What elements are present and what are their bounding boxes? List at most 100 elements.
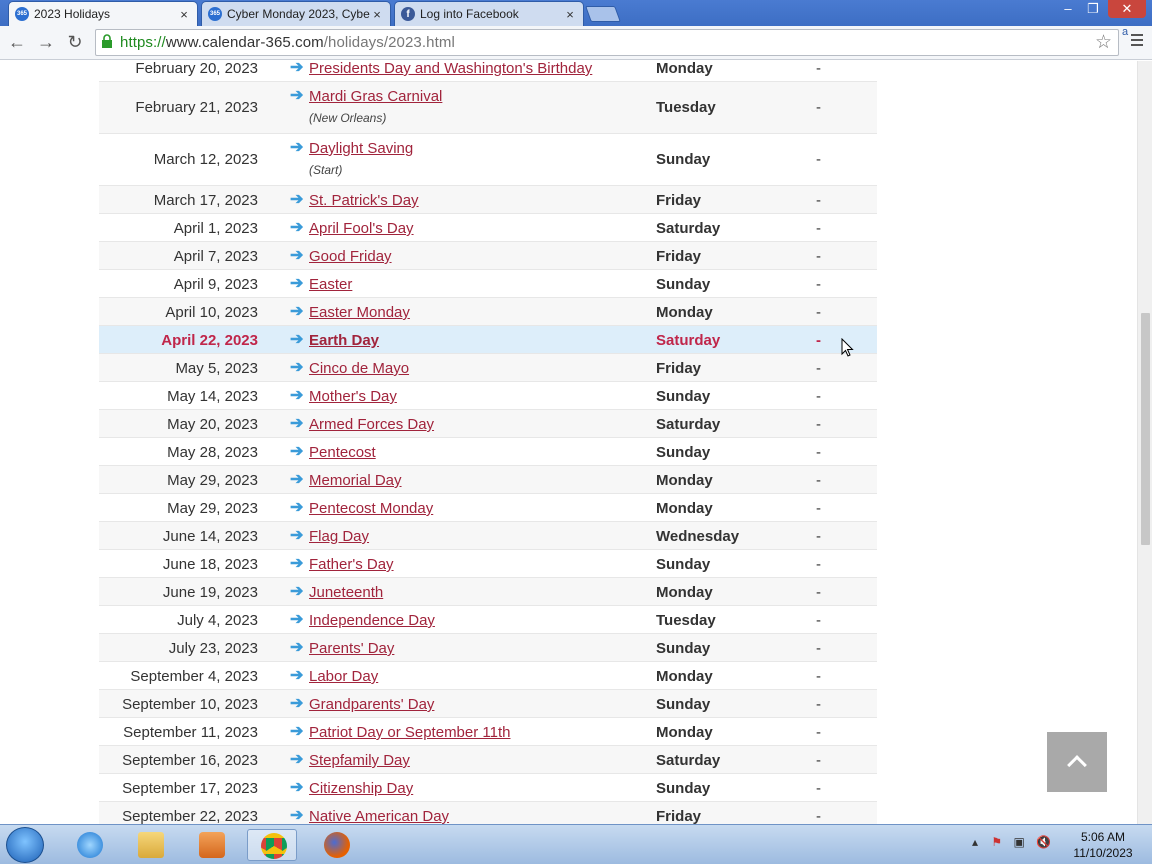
back-icon[interactable]: ← — [5, 30, 29, 54]
restore-icon[interactable]: ❐ — [1083, 0, 1103, 18]
arrow-right-icon: ➔ — [290, 583, 304, 600]
holiday-link[interactable]: Earth Day — [309, 332, 379, 349]
internet-explorer-icon[interactable] — [64, 829, 114, 861]
arrow-right-icon: ➔ — [290, 499, 304, 516]
holiday-link[interactable]: Daylight Saving — [309, 140, 413, 157]
back-to-top-button[interactable] — [1047, 732, 1107, 792]
arrow-right-icon: ➔ — [290, 723, 304, 740]
new-tab-button[interactable] — [585, 6, 621, 22]
action-center-flag-icon[interactable]: ⚑ — [991, 835, 1002, 849]
table-row: July 23, 2023 ➔ Parents' Day Sunday - — [99, 634, 877, 662]
table-row: May 28, 2023 ➔ Pentecost Sunday - — [99, 438, 877, 466]
holiday-weekday: Tuesday — [656, 99, 716, 116]
arrow-right-icon: ➔ — [290, 303, 304, 320]
holiday-date: June 19, 2023 — [162, 584, 258, 601]
close-tab-icon[interactable]: × — [563, 7, 577, 22]
arrow-right-icon: ➔ — [290, 611, 304, 628]
holiday-date: September 17, 2023 — [122, 780, 258, 797]
holiday-date: April 7, 2023 — [173, 248, 258, 265]
arrow-right-icon: ➔ — [290, 443, 304, 460]
holiday-extra: - — [816, 780, 821, 797]
tab-2023-holidays[interactable]: 365 2023 Holidays × — [8, 1, 198, 26]
holiday-link[interactable]: Stepfamily Day — [309, 752, 410, 769]
holiday-link[interactable]: Mother's Day — [309, 388, 397, 405]
address-bar[interactable]: https://www.calendar-365.com/holidays/20… — [95, 29, 1119, 56]
chrome-icon[interactable] — [247, 829, 297, 861]
close-tab-icon[interactable]: × — [370, 7, 384, 22]
close-tab-icon[interactable]: × — [177, 7, 191, 22]
holiday-link[interactable]: Parents' Day — [309, 640, 394, 657]
arrow-right-icon: ➔ — [290, 779, 304, 796]
arrow-right-icon: ➔ — [290, 751, 304, 768]
holiday-link[interactable]: St. Patrick's Day — [309, 192, 419, 209]
clock-time: 5:06 AM — [1080, 830, 1126, 844]
vertical-scrollbar[interactable] — [1137, 61, 1152, 824]
holiday-link[interactable]: Pentecost — [309, 444, 376, 461]
holiday-weekday: Monday — [656, 61, 713, 77]
tab-title: Log into Facebook — [420, 7, 519, 21]
holiday-link[interactable]: Mardi Gras Carnival — [309, 88, 442, 105]
menu-icon[interactable] — [1131, 34, 1143, 50]
holiday-link[interactable]: Grandparents' Day — [309, 696, 434, 713]
show-hidden-icons-icon[interactable]: ▴ — [972, 835, 978, 849]
reload-icon[interactable]: ↻ — [63, 30, 87, 54]
bookmark-star-icon[interactable]: ☆ — [1095, 31, 1112, 54]
media-player-icon[interactable] — [186, 829, 236, 861]
holiday-link[interactable]: Presidents Day and Washington's Birthday — [309, 61, 592, 77]
clock-date: 11/10/2023 — [1073, 846, 1133, 860]
scrollbar-thumb[interactable] — [1141, 313, 1150, 545]
holiday-link[interactable]: Patriot Day or September 11th — [309, 724, 511, 741]
holiday-link[interactable]: Armed Forces Day — [309, 416, 434, 433]
holiday-weekday: Friday — [656, 360, 702, 377]
holiday-weekday: Sunday — [656, 151, 711, 168]
close-window-icon[interactable]: ✕ — [1108, 0, 1146, 18]
holiday-link[interactable]: Independence Day — [309, 612, 435, 629]
holiday-link[interactable]: Memorial Day — [309, 472, 402, 489]
forward-icon[interactable]: → — [34, 30, 58, 54]
holiday-link[interactable]: Easter — [309, 276, 352, 293]
tab-facebook[interactable]: f Log into Facebook × — [394, 1, 584, 26]
minimize-icon[interactable]: – — [1058, 0, 1078, 18]
windows-taskbar: ▴ ⚑ ▣ 🔇 5:06 AM 11/10/2023 — [0, 824, 1152, 864]
arrow-right-icon: ➔ — [290, 359, 304, 376]
holiday-extra: - — [816, 332, 821, 349]
table-row: February 21, 2023 ➔ Mardi Gras Carnival (N… — [99, 82, 877, 134]
holiday-link[interactable]: Labor Day — [309, 668, 378, 685]
holiday-link[interactable]: April Fool's Day — [309, 220, 414, 237]
holiday-extra: - — [816, 192, 821, 209]
holiday-date: May 5, 2023 — [175, 360, 258, 377]
holiday-date: July 4, 2023 — [177, 612, 258, 629]
holiday-link[interactable]: Citizenship Day — [309, 780, 413, 797]
holiday-extra: - — [816, 584, 821, 601]
holiday-link[interactable]: Cinco de Mayo — [309, 360, 409, 377]
file-explorer-icon[interactable] — [125, 829, 175, 861]
extension-icon[interactable]: a — [1122, 26, 1128, 38]
facebook-icon: f — [401, 7, 415, 21]
holiday-extra: - — [816, 696, 821, 713]
holiday-extra: - — [816, 99, 821, 116]
tab-cyber-monday[interactable]: 365 Cyber Monday 2023, Cybe × — [201, 1, 391, 26]
tab-title: Cyber Monday 2023, Cybe — [227, 7, 370, 21]
table-row: February 20, 2023 ➔ Presidents Day and Was… — [99, 61, 877, 82]
tab-strip: 365 2023 Holidays × 365 Cyber Monday 202… — [0, 0, 1152, 26]
network-icon[interactable]: ▣ — [1013, 835, 1024, 849]
holiday-date: September 16, 2023 — [122, 752, 258, 769]
arrow-right-icon: ➔ — [290, 471, 304, 488]
holiday-extra: - — [816, 500, 821, 517]
holiday-link[interactable]: Flag Day — [309, 528, 369, 545]
holiday-weekday: Sunday — [656, 556, 711, 573]
holiday-link[interactable]: Native American Day — [309, 808, 449, 824]
holiday-link[interactable]: Pentecost Monday — [309, 500, 433, 517]
holiday-date: April 10, 2023 — [165, 304, 258, 321]
holiday-link[interactable]: Father's Day — [309, 556, 394, 573]
arrow-right-icon: ➔ — [290, 61, 304, 76]
volume-muted-icon[interactable]: 🔇 — [1036, 835, 1051, 849]
start-button[interactable] — [6, 827, 44, 863]
arrow-right-icon: ➔ — [290, 555, 304, 572]
firefox-icon[interactable] — [311, 829, 361, 861]
holiday-link[interactable]: Easter Monday — [309, 304, 410, 321]
holiday-link[interactable]: Juneteenth — [309, 584, 383, 601]
system-clock[interactable]: 5:06 AM 11/10/2023 — [1066, 829, 1140, 861]
holiday-link[interactable]: Good Friday — [309, 248, 392, 265]
table-row: June 18, 2023 ➔ Father's Day Sunday - — [99, 550, 877, 578]
